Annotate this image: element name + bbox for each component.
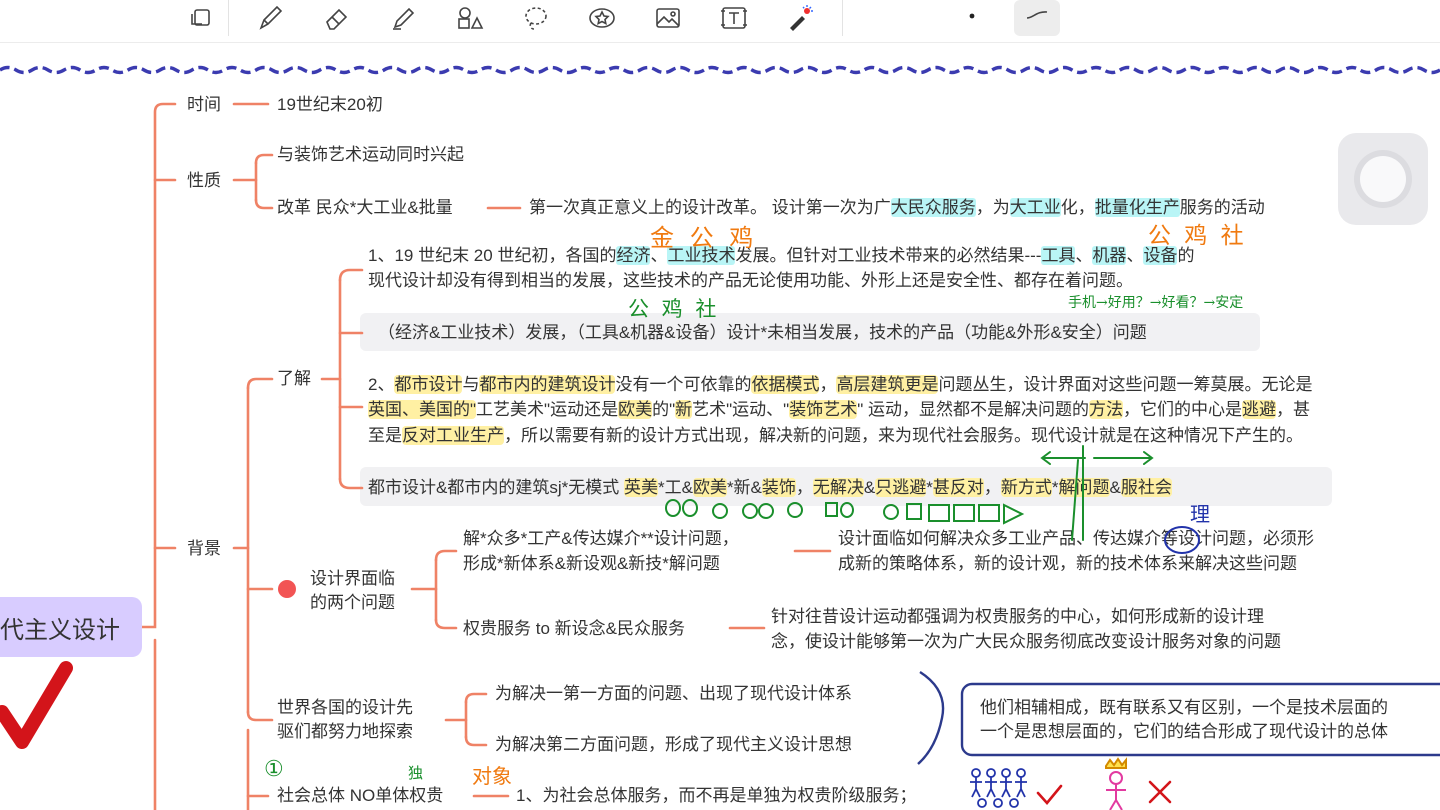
highlighter-tool-icon[interactable] (383, 0, 423, 36)
summary2-segment: 无解决 (812, 478, 864, 497)
handwriting-note-tools: 公 鸡 社 (1148, 223, 1247, 249)
node-nature-item-2[interactable]: 改革 民众*大工业&批量 (277, 196, 453, 220)
node-problem1-line1[interactable]: 解*众多*工产&传达媒介**设计问题， (463, 527, 739, 551)
laser-pointer-tool-icon[interactable] (780, 0, 820, 36)
para2-line1-segment: 都市设计 (394, 375, 463, 394)
central-node[interactable]: 代主义设计 (0, 597, 142, 657)
lasso-tool-icon[interactable] (516, 0, 556, 36)
para2-line2-segment: 方法 (1088, 400, 1123, 419)
para2-line1-segment: 与 (462, 375, 480, 394)
node-para2-line1[interactable]: 2、都市设计与都市内的建筑设计没有一个可依靠的依据模式，高层建筑更是问题丛生，设… (368, 373, 1312, 397)
node-para1-line1[interactable]: 1、19 世纪末 20 世纪初，各国的经济、工业技术发展。但针对工业技术带来的必… (368, 244, 1194, 268)
para2-line1-segment: ， (819, 375, 837, 394)
sticker-tool-icon[interactable] (582, 0, 622, 36)
para2-line2-segment: 逃避 (1241, 400, 1276, 419)
summary2-segment: 装饰 (761, 478, 796, 497)
summary2-segment: *工& (657, 478, 693, 497)
summary2-segment: 英美 (623, 478, 658, 497)
para2-line1-segment: 没有一个可依靠的 (615, 375, 752, 394)
shapes-tool-icon[interactable] (449, 0, 489, 36)
summary2-segment: 新方式 (1000, 478, 1052, 497)
node-pioneer-summary-line1[interactable]: 他们相辅相成，既有联系又有区别，一个是技术层面的 (980, 696, 1388, 720)
handwriting-note-summary: 公 鸡 社 (628, 297, 720, 321)
node-problem2[interactable]: 权贵服务 to 新设念&民众服务 (463, 617, 685, 641)
para2-line1-segment: 都市内的建筑设计 (479, 375, 616, 394)
node-pioneers-line1[interactable]: 世界各国的设计先 (277, 696, 413, 720)
pen-tool-icon[interactable] (250, 0, 290, 36)
node-nature-item-1[interactable]: 与装饰艺术运动同时兴起 (277, 143, 464, 167)
para2-line2-segment: ，显然都不是解决问题的 (901, 400, 1089, 419)
handwriting-note-du: 独 (408, 764, 424, 782)
node-problem2-desc-line2: 念，使设计能够第一次为广大民众服务彻底改变设计服务对象的问题 (771, 632, 1281, 651)
node-summary-2[interactable]: 都市设计&都市内的建筑sj*无模式 英美*工&欧美*新&装饰，无解决&只逃避*甚… (368, 476, 1172, 500)
summary2-segment: 欧美 (692, 478, 727, 497)
summary2-segment: & (1109, 478, 1121, 497)
node-para2-line3: 至是反对工业生产，所以需要有新的设计方式出现，解决新的问题，来为现代社会服务。现… (368, 424, 1303, 448)
handwriting-note-chain: 手机→好用？→好看？→安定 (1068, 295, 1244, 311)
node-pioneer-item-2[interactable]: 为解决第二方面问题，形成了现代主义设计思想 (495, 733, 852, 757)
summary2-segment: 都市设计&都市内的建筑sj*无模式 (368, 478, 624, 497)
page-divider (0, 65, 1440, 75)
eraser-tool-icon[interactable] (316, 0, 356, 36)
summary2-segment: ， (795, 478, 813, 497)
summary2-segment: 甚反对 (932, 478, 984, 497)
lasso-select-tool-icon[interactable] (182, 0, 222, 36)
toolbar (0, 0, 1440, 43)
summary2-segment: 解问题 (1058, 478, 1110, 497)
para2-line1-segment: 2、 (368, 375, 395, 394)
image-tool-icon[interactable] (648, 0, 688, 36)
para2-line3-segment: 至是 (368, 426, 402, 445)
para2-line2-segment: 装饰艺术 (789, 400, 858, 419)
summary2-segment: & (863, 478, 876, 497)
para2-line3-segment: ，所以需要有新的设计方式出现，解决新的问题，来为现代社会服务。现代设计就是在这种… (504, 426, 1303, 445)
node-pioneer-item-1[interactable]: 为解决一第一方面的问题、出现了现代设计体系 (495, 682, 852, 706)
node-para2-line2: 英国、美国的"工艺美术"运动还是欧美的"新艺术"运动、"装饰艺术" 运动，显然都… (368, 398, 1310, 422)
floating-assist-button[interactable] (1338, 133, 1428, 225)
node-problem1-desc-line2: 成新的策略体系，新的设计观，新的技术体系来解决这些问题 (838, 554, 1297, 573)
para2-line2-segment: 欧美 (618, 400, 653, 419)
para2-line2-segment: 新 (675, 400, 693, 419)
node-two-problems-line2: 的两个问题 (310, 593, 395, 612)
check-mark-icon (0, 661, 73, 749)
summary2-segment: * (1051, 478, 1059, 497)
node-problem1-line2: 形成*新体系&新设观&新技*解问题 (463, 554, 720, 573)
text-tool-icon[interactable] (714, 0, 754, 36)
node-two-problems-line1[interactable]: 设计界面临 (310, 567, 395, 591)
handwriting-note-duixiang: 对象 (472, 764, 512, 788)
para2-line1-segment: 问题丛生，设计界面对这些问题一筹莫展。无论是 (938, 375, 1313, 394)
node-pioneers-line2: 驱们都努力地探索 (277, 722, 413, 741)
node-understand[interactable]: 了解 (277, 367, 311, 391)
summary2-segment: * (926, 478, 933, 497)
summary2-segment: 服社会 (1120, 478, 1172, 497)
handwriting-note-econ: 金 公 鸡 (650, 224, 758, 252)
node-summary-1[interactable]: （经济&工业技术）发展，（工具&机器&设备）设计*未相当发展，技术的产品（功能&… (378, 321, 1147, 345)
node-problem2-desc-line1[interactable]: 针对往昔设计运动都强调为权贵服务的中心，如何形成新的设计理 (771, 605, 1264, 629)
summary2-segment: *新& (726, 478, 762, 497)
dot-size-icon[interactable] (946, 0, 986, 36)
para2-line2-segment: 英国、美国的" (368, 400, 477, 419)
para2-line2-segment: 的" (652, 400, 676, 419)
node-nature[interactable]: 性质 (187, 169, 221, 193)
para2-line2-segment: 艺术"运动、" (692, 400, 790, 419)
node-time-value[interactable]: 19世纪末20初 (277, 93, 383, 117)
para2-line3-segment: 反对工业生产 (402, 426, 504, 445)
stroke-style-icon[interactable] (1014, 0, 1060, 36)
node-time[interactable]: 时间 (187, 93, 221, 117)
para2-line2-segment: 工艺美术"运动还是 (476, 400, 619, 419)
node-para1-line2: 现代设计却没有得到相当的发展，这些技术的产品无论使用功能、外形上还是安全性、都存… (368, 271, 1133, 290)
para2-line1-segment: 高层建筑更是 (836, 375, 939, 394)
node-background[interactable]: 背景 (187, 537, 221, 561)
handwriting-note-num: ① (264, 757, 284, 782)
summary2-segment: 只逃避 (875, 478, 927, 497)
node-pioneer-summary-line2: 一个是思想层面的，它们的结合形成了现代设计的总体 (980, 722, 1388, 741)
para2-line2-segment: ，它们的中心是 (1122, 400, 1242, 419)
para2-line2-segment: ，甚 (1275, 400, 1310, 419)
handwriting-note-media: 理 (1190, 502, 1210, 526)
para2-line1-segment: 依据模式 (751, 375, 820, 394)
node-society[interactable]: 社会总体 NO单体权贵 (277, 784, 443, 808)
node-problem1-desc-line1[interactable]: 设计面临如何解决众多工业产品、传达媒介等设计问题，必须形 (838, 527, 1314, 551)
para2-line2-segment: " 运动 (857, 400, 902, 419)
summary2-segment: ， (983, 478, 1001, 497)
node-society-desc[interactable]: 1、为社会总体服务，而不再是单独为权贵阶级服务； (516, 784, 916, 808)
